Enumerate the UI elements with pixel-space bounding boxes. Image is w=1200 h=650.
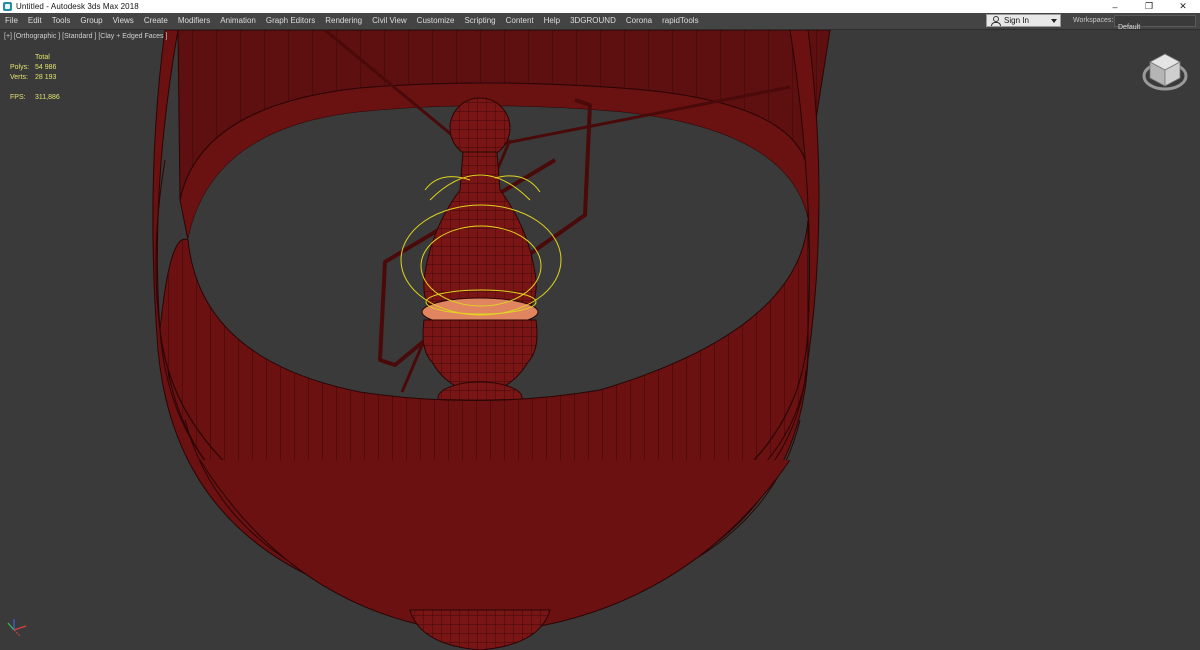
menu-item-rapidtools[interactable]: rapidTools [657, 13, 703, 29]
menu-items: File Edit Tools Group Views Create Modifiers An… [0, 13, 704, 29]
viewport-label[interactable]: [+] [Orthographic ] [Standard ] [Clay + … [4, 33, 167, 40]
workspaces-select[interactable]: Default [1114, 15, 1196, 31]
sign-in-label: Sign In [1004, 16, 1029, 25]
menu-item-modifiers[interactable]: Modifiers [173, 13, 215, 29]
menu-item-rendering[interactable]: Rendering [320, 13, 367, 29]
menu-item-3dground[interactable]: 3DGROUND [565, 13, 621, 29]
chevron-down-icon [1051, 19, 1057, 23]
user-icon [990, 15, 1001, 26]
stats-polys-label: Polys: [10, 64, 30, 71]
stats-fps-label: FPS: [10, 94, 26, 101]
window-title: Untitled - Autodesk 3ds Max 2018 [16, 2, 139, 11]
window-controls: – ❐ ✕ [1098, 0, 1200, 13]
minimize-button[interactable]: – [1098, 0, 1132, 13]
menu-bar: File Edit Tools Group Views Create Modifiers An… [0, 13, 1200, 31]
menu-item-scripting[interactable]: Scripting [459, 13, 500, 29]
title-bar: Untitled - Autodesk 3ds Max 2018 – ❐ ✕ [0, 0, 1200, 13]
menu-item-views[interactable]: Views [108, 13, 139, 29]
menu-item-group[interactable]: Group [75, 13, 107, 29]
menu-item-edit[interactable]: Edit [23, 13, 47, 29]
menu-item-help[interactable]: Help [539, 13, 565, 29]
restore-button[interactable]: ❐ [1132, 0, 1166, 13]
menu-item-file[interactable]: File [0, 13, 23, 29]
close-button[interactable]: ✕ [1166, 0, 1200, 13]
stats-verts-value: 28 193 [35, 74, 57, 81]
menu-item-customize[interactable]: Customize [412, 13, 460, 29]
stats-total-label: Total [35, 54, 50, 61]
menu-item-content[interactable]: Content [501, 13, 539, 29]
menu-item-create[interactable]: Create [139, 13, 173, 29]
workspaces-label: Workspaces: [1073, 17, 1114, 24]
app-logo-icon[interactable] [3, 2, 12, 11]
stats-fps-value: 311,886 [35, 94, 60, 101]
menu-item-civil-view[interactable]: Civil View [367, 13, 412, 29]
sign-in-dropdown[interactable]: Sign In [986, 14, 1061, 27]
axis-tripod-icon [7, 619, 27, 637]
menu-item-corona[interactable]: Corona [621, 13, 657, 29]
viewport-orthographic[interactable]: [+] [Orthographic ] [Standard ] [Clay + … [0, 30, 1200, 650]
menu-item-graph-editors[interactable]: Graph Editors [261, 13, 320, 29]
statistics-overlay: Total Polys: 54 986 Verts: 28 193 FPS: 311,… [10, 53, 60, 103]
viewcube-icon[interactable] [1140, 46, 1190, 96]
lamp-model-wireframe [152, 30, 831, 650]
stats-verts-label: Verts: [10, 74, 28, 81]
menu-item-animation[interactable]: Animation [215, 13, 261, 29]
stats-polys-value: 54 986 [35, 64, 57, 71]
menu-item-tools[interactable]: Tools [47, 13, 76, 29]
